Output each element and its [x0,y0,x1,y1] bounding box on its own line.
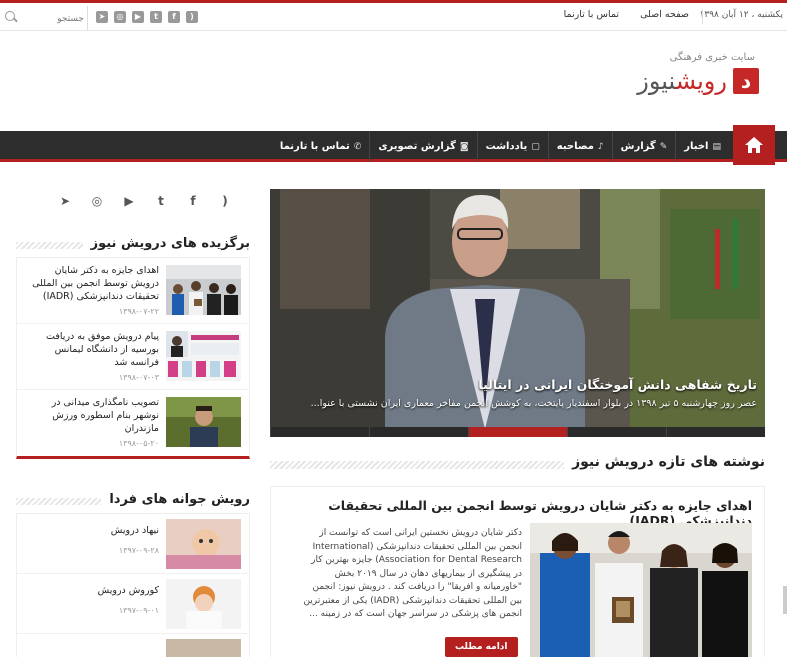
list-item[interactable] [17,634,249,657]
logo-mark: د [733,68,759,94]
post-thumbnail[interactable] [166,265,241,315]
slider-tab-active[interactable] [468,427,567,437]
list-item[interactable]: کوروش درویش ۱۳۹۷-۰۹-۰۱ [17,574,249,634]
top-social-icons: ➤ ◎ ▶ t f ) [96,11,198,23]
list-item[interactable]: نیهاد درویش ۱۳۹۷-۰۹-۲۸ [17,514,249,574]
post-thumbnail[interactable] [166,519,241,569]
youtube-icon[interactable]: ▶ [122,194,136,208]
home-button[interactable] [733,125,775,165]
slider-pagination [270,427,765,437]
post-title[interactable]: تصویب نامگذاری میدانی در نوشهر بنام اسطو… [25,396,159,435]
current-date: یکشنبه ، ۱۲ آبان ۱۳۹۸ [699,10,784,20]
phone-icon: ✆ [353,141,362,152]
post-image[interactable] [530,523,752,657]
post-title[interactable]: کوروش درویش [25,584,159,597]
widget-title: رویش جوانه های فردا [101,492,250,507]
slider-caption: تاریخ شفاهی دانش آموختگان ایرانی در ایتا… [270,371,765,415]
post-title[interactable]: اهدای جایزه به دکتر شایان درویش توسط انج… [25,264,159,303]
featured-slider[interactable]: تاریخ شفاهی دانش آموختگان ایرانی در ایتا… [270,189,765,437]
slider-tab[interactable] [270,427,369,437]
logo-text: رویشنیوز [637,67,727,95]
post-date: ۱۳۹۸-۰۷-۲۲ [118,307,159,316]
facebook-icon[interactable]: f [186,194,200,208]
camera-icon: ◙ [459,141,469,152]
list-item[interactable]: اهدای جایزه به دکتر شایان درویش توسط انج… [17,258,249,324]
slider-excerpt: عصر روز چهارشنبه ۵ تیر ۱۳۹۸ در بلوار اسف… [310,398,757,409]
edit-icon: ✎ [659,141,668,152]
nav-item-report[interactable]: ✎ گزارش [611,131,676,162]
rss-icon[interactable]: ) [186,11,198,23]
search-box [0,6,88,30]
post-date: ۱۳۹۸-۰۵-۲۰ [118,439,159,448]
list-item[interactable]: تصویب نامگذاری میدانی در نوشهر بنام اسطو… [17,390,249,456]
rss-icon[interactable]: ) [218,194,232,208]
nav-item-notes[interactable]: ▢ یادداشت [476,131,548,162]
slider-tab[interactable] [666,427,765,437]
post-excerpt: دکتر شایان درویش نخستین ایرانی است که تو… [303,528,522,619]
section-title: نوشته های تازه درویش نیوز [564,454,765,470]
site-tagline: سایت خبری فرهنگی [669,52,755,63]
top-link-home[interactable]: صفحه اصلی [640,9,689,20]
nav-item-interview[interactable]: ♪ مصاحبه [547,131,612,162]
search-icon[interactable] [5,11,15,21]
search-input[interactable] [24,8,86,30]
telegram-icon[interactable]: ➤ [96,11,108,23]
featured-widget: برگزیده های درویش نیوز اهدای جایزه به دک… [16,236,250,459]
list-item[interactable]: پیام درویش موفق به دریافت بورسیه از دانش… [17,324,249,390]
nav-item-contact[interactable]: ✆ تماس با تارنما [272,131,370,162]
young-widget: رویش جوانه های فردا نیهاد درویش ۱۳۹۷-۰۹-… [16,492,250,657]
slider-title[interactable]: تاریخ شفاهی دانش آموختگان ایرانی در ایتا… [278,377,757,392]
twitter-icon[interactable]: t [150,11,162,23]
microphone-icon: ♪ [597,141,604,152]
divider [702,9,703,24]
nav-item-photo-report[interactable]: ◙ گزارش تصویری [369,131,476,162]
facebook-icon[interactable]: f [168,11,180,23]
post-date: ۱۳۹۷-۰۹-۰۱ [118,606,159,615]
latest-section-header: نوشته های تازه درویش نیوز [270,454,765,478]
latest-post: اهدای جایزه به دکتر شایان درویش توسط انج… [270,486,765,657]
scrollbar[interactable] [783,586,787,614]
main-nav: ▤ اخبار ✎ گزارش ♪ مصاحبه ▢ یادداشت ◙ گزارش تص… [0,125,787,165]
post-title[interactable]: نیهاد درویش [25,524,159,537]
home-icon [745,137,763,153]
twitter-icon[interactable]: t [154,194,168,208]
post-date: ۱۳۹۷-۰۹-۲۸ [118,546,159,555]
widget-title: برگزیده های درویش نیوز [82,236,250,251]
post-title[interactable]: پیام درویش موفق به دریافت بورسیه از دانش… [25,330,159,369]
note-icon: ▢ [531,141,540,152]
telegram-icon[interactable]: ➤ [58,194,72,208]
youtube-icon[interactable]: ▶ [132,11,144,23]
post-thumbnail[interactable] [166,579,241,629]
nav-item-news[interactable]: ▤ اخبار [675,131,729,162]
top-bar: یکشنبه ، ۱۲ آبان ۱۳۹۸ صفحه اصلی تماس با … [0,0,787,31]
post-date: ۱۳۹۸-۰۷-۰۳ [118,373,159,382]
read-more-button[interactable]: ادامه مطلب [445,637,518,657]
site-logo[interactable]: رویشنیوز د [637,67,759,95]
instagram-icon[interactable]: ◎ [114,11,126,23]
slider-tab[interactable] [369,427,468,437]
slider-tab[interactable] [567,427,666,437]
post-thumbnail[interactable] [166,639,241,657]
site-header: سایت خبری فرهنگی رویشنیوز د [637,52,759,95]
top-link-contact[interactable]: تماس با تارنما [564,9,619,20]
instagram-icon[interactable]: ◎ [90,194,104,208]
post-thumbnail[interactable] [166,331,241,381]
newspaper-icon: ▤ [712,141,721,152]
sidebar-social: ➤ ◎ ▶ t f ) [58,194,232,208]
post-thumbnail[interactable] [166,397,241,447]
